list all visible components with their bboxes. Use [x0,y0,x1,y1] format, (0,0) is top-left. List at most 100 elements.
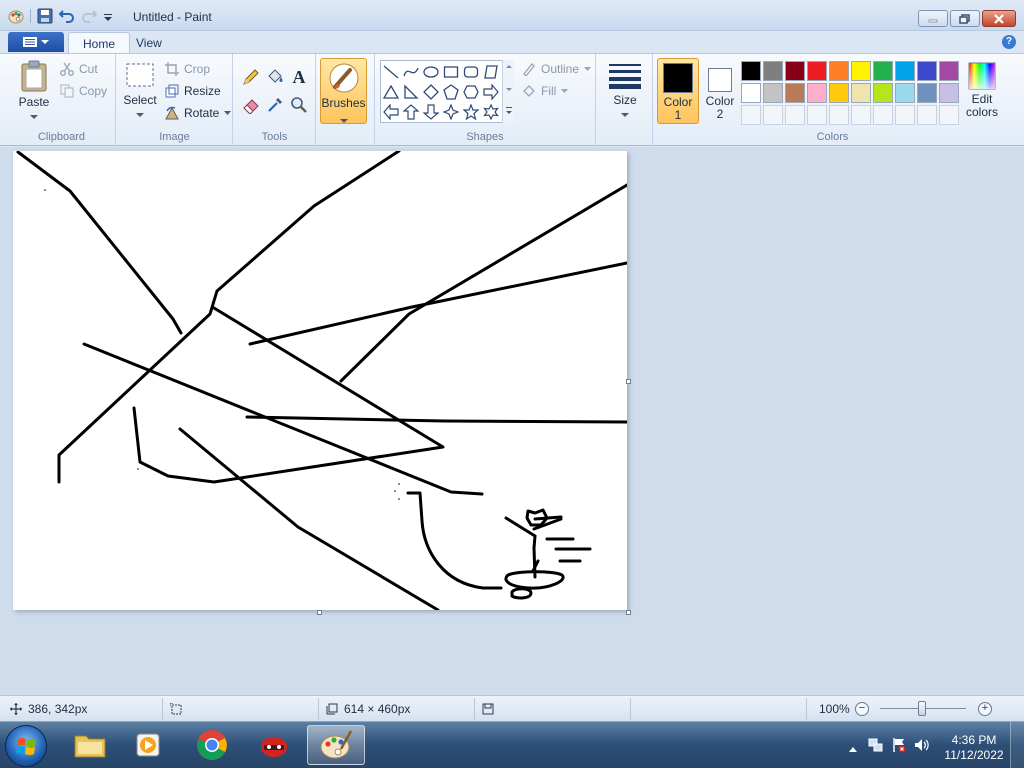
image-group: Select Crop Resize Rotate Image [117,54,233,146]
fill-button[interactable]: Fill [522,84,569,98]
paint-menu-button[interactable] [8,32,64,52]
drawing [16,149,629,612]
oval-shape-icon[interactable] [421,62,441,82]
select-label: Select [123,93,157,107]
red-helmet-icon [261,737,287,757]
canvas-size: 614 × 460px [326,696,410,722]
right-triangle-shape-icon[interactable] [401,82,421,102]
drawing-canvas[interactable] [13,149,629,612]
show-hidden-icons-button[interactable] [849,741,857,755]
four-point-star-shape-icon[interactable] [441,102,461,122]
shapes-gallery [380,60,514,123]
down-arrow-shape-icon[interactable] [421,102,441,122]
resize-button[interactable]: Resize [165,84,221,98]
redo-icon[interactable] [81,8,98,24]
triangle-shape-icon[interactable] [381,82,401,102]
tab-view[interactable]: View [122,32,176,54]
cut-button[interactable]: Cut [60,62,98,76]
status-divider [162,698,163,720]
taskbar-file-explorer[interactable] [61,725,119,765]
brush-icon [328,62,360,97]
eraser-tool[interactable] [240,94,262,116]
taskbar-app-red[interactable] [245,725,303,765]
shapes-scrollbar[interactable] [502,60,514,123]
paint-app-icon[interactable] [8,8,24,24]
six-point-star-shape-icon[interactable] [481,102,501,122]
quick-access-toolbar [8,8,119,24]
chevron-down-icon [340,113,348,127]
cursor-position-text: 386, 342px [28,702,88,716]
colors-group-label: Colors [816,131,849,143]
tab-home[interactable]: Home [68,32,131,54]
chevron-down-icon [41,40,49,44]
copy-button[interactable]: Copy [60,84,107,98]
line-width-icon [609,64,641,89]
crop-icon [165,62,179,76]
rotate-button[interactable]: Rotate [165,106,232,120]
copy-icon [60,84,74,98]
minimize-button[interactable] [918,10,948,27]
show-desktop-button[interactable] [1010,722,1024,768]
magnifier-tool[interactable] [288,94,310,116]
zoom-out-button[interactable]: − [855,702,869,716]
polygon-shape-icon[interactable] [481,62,501,82]
restore-button[interactable] [950,10,980,27]
select-button[interactable]: Select [121,60,159,121]
zoom-slider-thumb[interactable] [918,701,926,716]
clock[interactable]: 4:36 PM 11/12/2022 [944,733,1004,763]
pencil-tool[interactable] [240,66,262,88]
status-divider [474,698,475,720]
crop-button[interactable]: Crop [165,62,210,76]
text-tool[interactable]: A [288,66,310,88]
paste-button[interactable]: Paste [14,60,54,123]
taskbar-media-player[interactable] [120,725,178,765]
clock-time: 4:36 PM [951,733,997,747]
folder-icon [74,735,106,758]
right-arrow-shape-icon[interactable] [481,82,501,102]
taskbar-chrome[interactable] [183,725,241,765]
canvas-resize-handle-bottom[interactable] [317,610,322,615]
canvas-resize-handle-corner[interactable] [626,610,631,615]
chevron-down-icon [136,113,144,117]
diamond-shape-icon[interactable] [421,82,441,102]
volume-icon[interactable] [914,737,930,756]
ribbon: Paste Cut Copy Clipboard Select Crop Res… [0,53,1024,146]
action-center-flag-icon[interactable] [891,737,907,756]
zoom-in-button[interactable]: + [978,702,992,716]
up-arrow-shape-icon[interactable] [401,102,421,122]
crosshair-icon [10,703,22,715]
size-button[interactable]: Size [605,62,645,121]
taskbar-paint[interactable] [307,725,365,765]
pencil-icon [243,69,259,85]
network-icon[interactable] [868,737,884,756]
tools-group-label: Tools [261,131,288,143]
curve-shape-icon[interactable] [401,62,421,82]
save-icon[interactable] [37,8,53,24]
taskbar: 4:36 PM 11/12/2022 [0,721,1024,768]
customize-qat-icon[interactable] [103,8,119,24]
file-size [482,696,494,722]
crop-label: Crop [184,62,211,76]
tools-group: A Tools [234,54,316,146]
rectangle-shape-icon[interactable] [441,62,461,82]
left-arrow-shape-icon[interactable] [381,102,401,122]
pentagon-shape-icon[interactable] [441,82,461,102]
clipboard-group: Paste Cut Copy Clipboard [8,54,116,146]
line-shape-icon[interactable] [381,62,401,82]
brushes-button[interactable]: Brushes [320,58,367,124]
undo-icon[interactable] [58,8,75,24]
status-divider [318,698,319,720]
help-icon[interactable]: ? [1002,35,1016,49]
rounded-rectangle-shape-icon[interactable] [461,62,481,82]
canvas-resize-handle-right[interactable] [626,379,631,384]
hexagon-shape-icon[interactable] [461,82,481,102]
fill-tool[interactable] [264,66,286,88]
shapes-group-label: Shapes [466,131,504,143]
image-group-label: Image [159,131,190,143]
start-button[interactable] [5,725,47,767]
close-button[interactable] [982,10,1016,27]
outline-button[interactable]: Outline [522,62,592,76]
five-point-star-shape-icon[interactable] [461,102,481,122]
cursor-position: 386, 342px [10,696,87,722]
color-picker-tool[interactable] [264,94,286,116]
